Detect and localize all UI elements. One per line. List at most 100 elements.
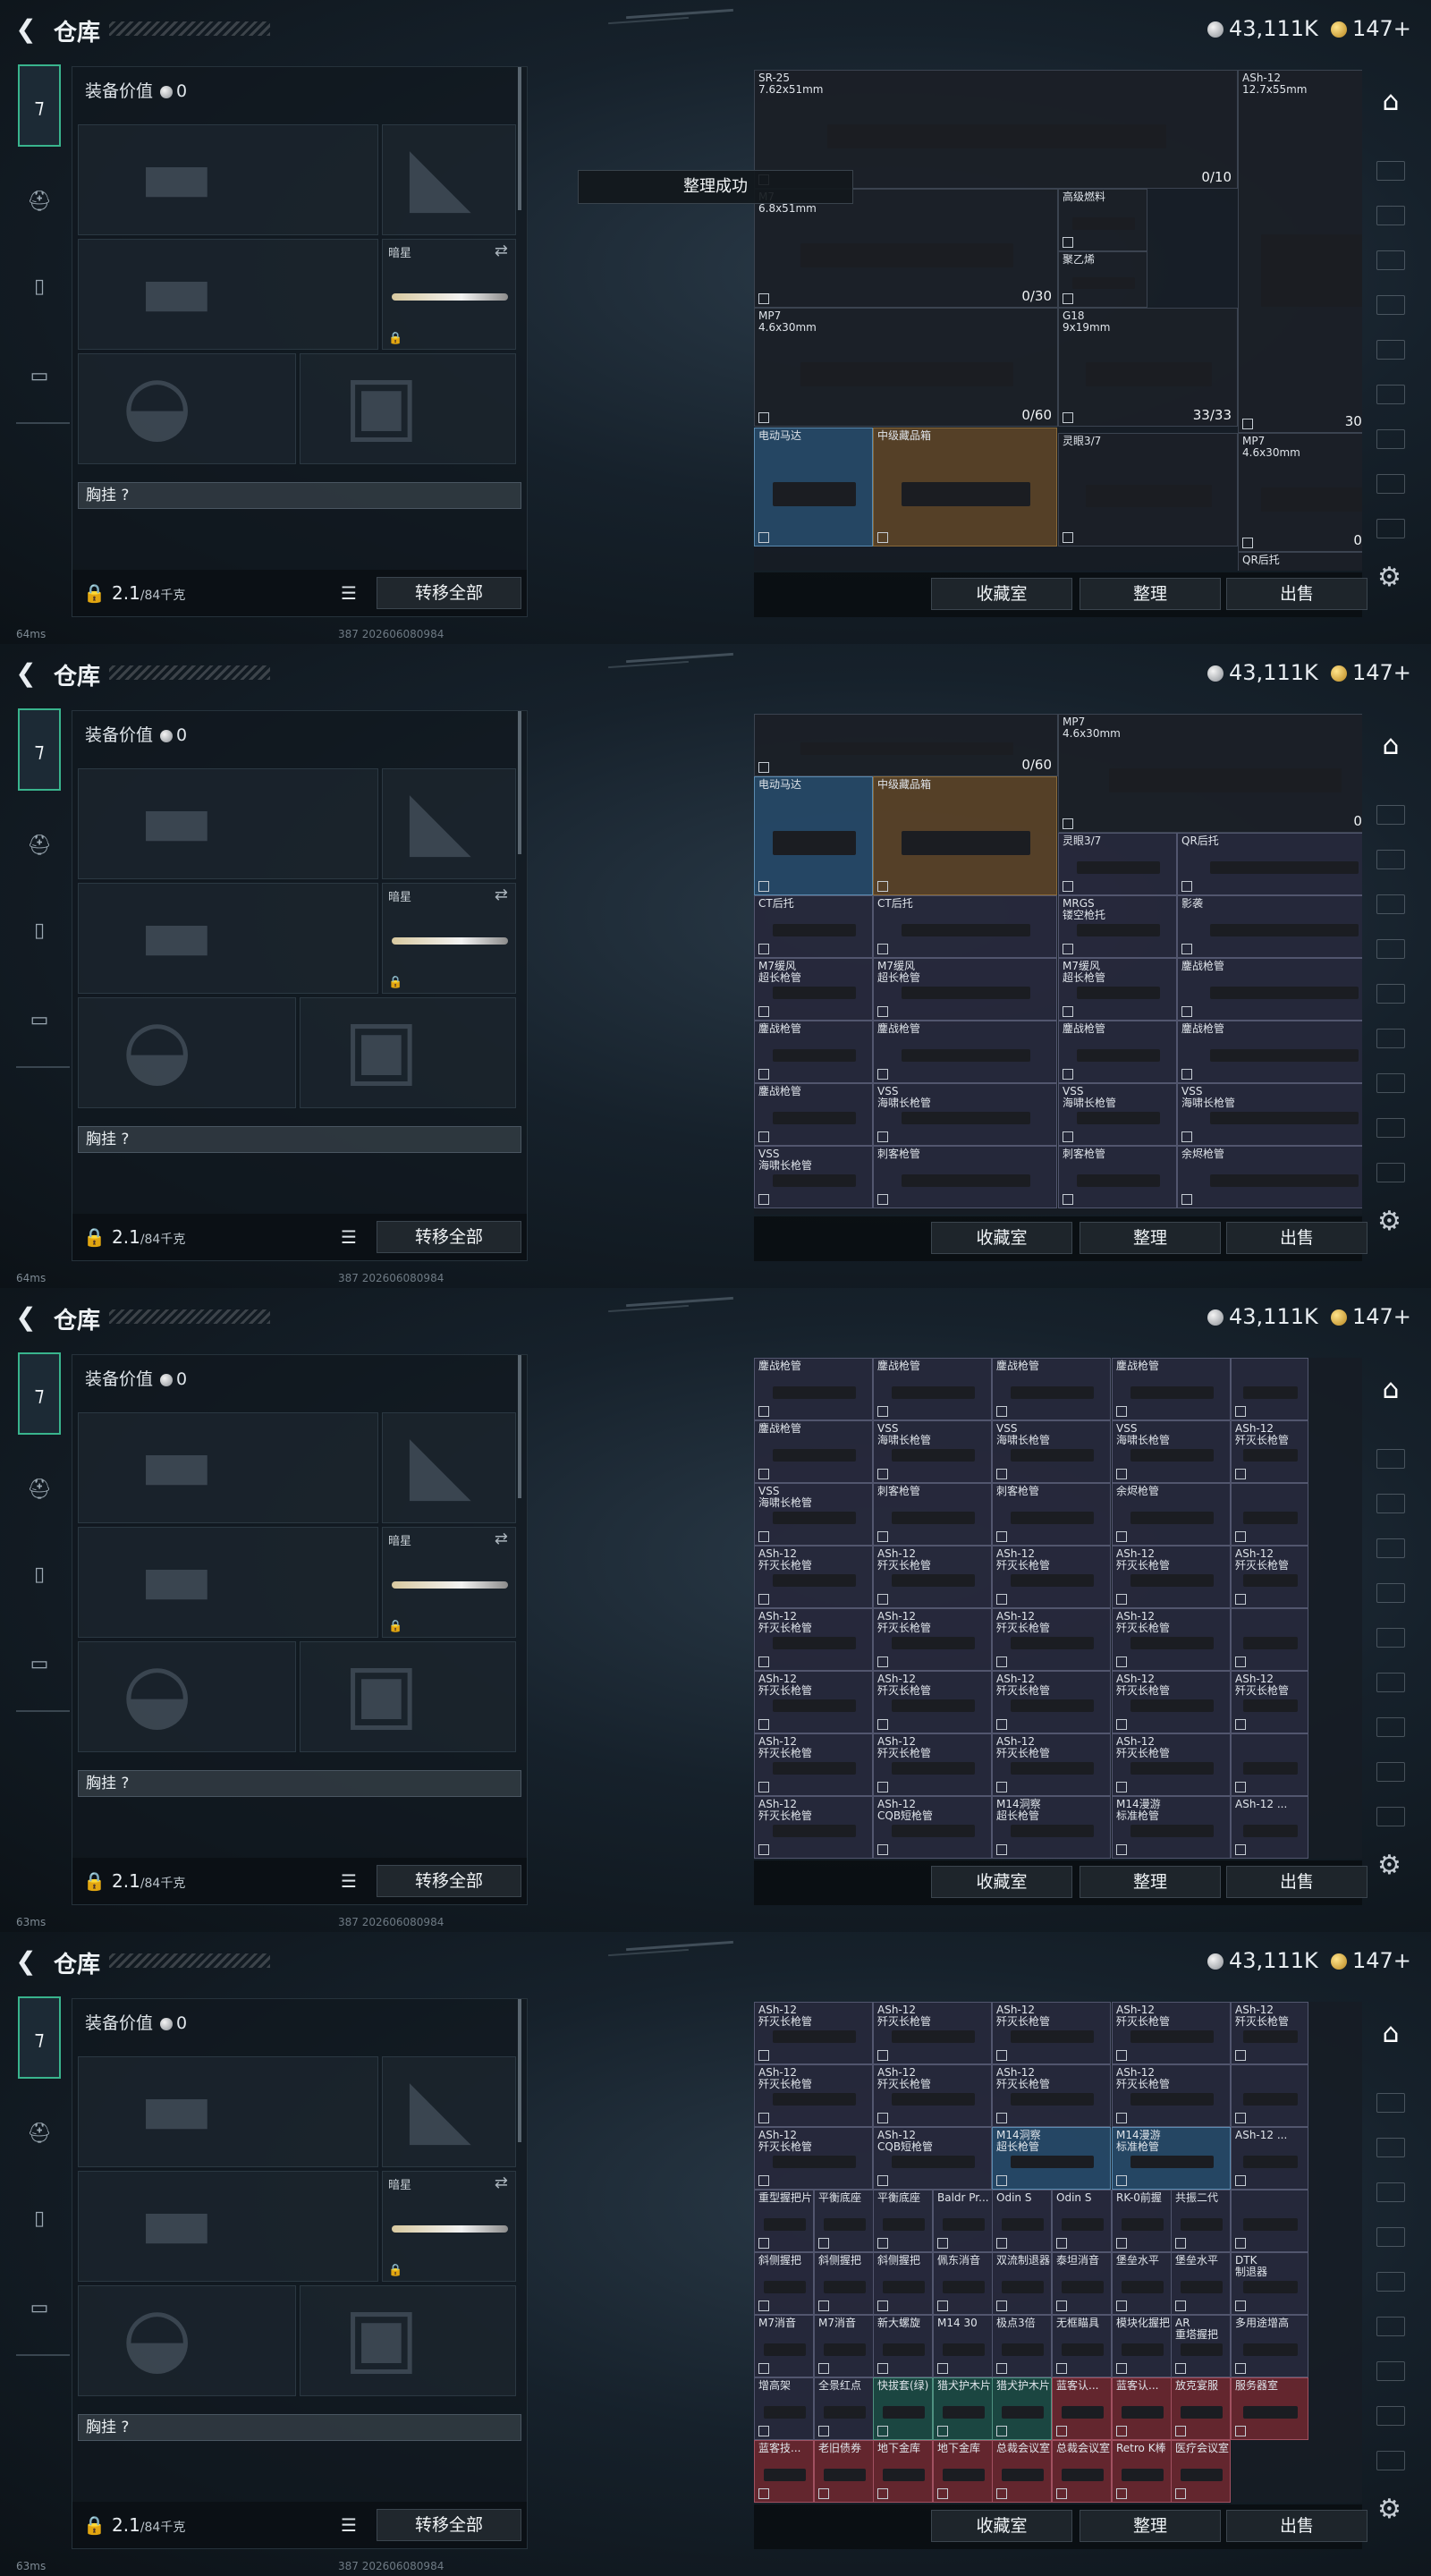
item-select-box[interactable] — [1116, 1657, 1127, 1667]
primary-weapon-slot[interactable]: ▬ — [78, 1412, 378, 1523]
item-select-box[interactable] — [758, 1594, 769, 1605]
rail-thumbnail[interactable] — [1376, 850, 1405, 869]
grid-item[interactable]: VSS 海啸长枪管 — [1112, 1420, 1231, 1483]
item-select-box[interactable] — [1063, 1006, 1073, 1017]
item-select-box[interactable] — [1116, 2363, 1127, 2374]
rail-thumbnail[interactable] — [1376, 340, 1405, 360]
item-select-box[interactable] — [1063, 1194, 1073, 1205]
gold-balance[interactable]: 147+ — [1331, 16, 1411, 41]
grid-item[interactable]: 新大螺旋 — [873, 2315, 933, 2377]
panel-scrollbar[interactable] — [518, 67, 521, 210]
item-select-box[interactable] — [758, 944, 769, 954]
grid-item[interactable]: ASh-12 歼灭长枪管 — [1112, 2064, 1231, 2127]
item-select-box[interactable] — [877, 1594, 888, 1605]
grid-item[interactable]: 电动马达 — [754, 428, 873, 547]
grid-item[interactable]: M14 30 — [933, 2315, 993, 2377]
weapon-tab-icon[interactable]: ⁊ — [18, 708, 61, 791]
item-select-box[interactable] — [1063, 944, 1073, 954]
rail-thumbnail[interactable] — [1376, 1118, 1405, 1138]
rail-thumbnail[interactable] — [1376, 1762, 1405, 1782]
rail-thumbnail[interactable] — [1376, 984, 1405, 1004]
grid-item[interactable]: 斜侧握把 — [814, 2252, 874, 2315]
grid-item[interactable]: ASh-12 歼灭长枪管 — [992, 2002, 1111, 2064]
grid-item[interactable]: 总裁会议室 — [992, 2440, 1052, 2503]
grid-item[interactable]: 高级燃料 — [1058, 189, 1147, 251]
sort-button[interactable]: 整理 — [1080, 1222, 1221, 1254]
item-select-box[interactable] — [996, 1531, 1007, 1542]
helmet-tab-icon[interactable]: ⛑ — [18, 1469, 61, 1512]
item-select-box[interactable] — [1063, 818, 1073, 829]
grid-item[interactable]: ASh-12 歼灭长枪管 — [873, 2002, 992, 2064]
rail-thumbnail[interactable] — [1376, 1449, 1405, 1469]
grid-item[interactable]: 鏖战枪管 — [1177, 958, 1362, 1021]
grid-item[interactable]: MP7 4.6x30mm 0/20 — [1238, 433, 1362, 552]
grid-item[interactable]: ASh-12 歼灭长枪管 — [1112, 1671, 1231, 1733]
item-select-box[interactable] — [1116, 2113, 1127, 2123]
gear-icon[interactable]: ⚙ — [1377, 2494, 1401, 2525]
pistol-slot[interactable]: ◣ — [382, 768, 516, 879]
grid-item[interactable]: MP7 4.6x30mm 0/60 — [754, 308, 1058, 427]
sell-button[interactable]: 出售 — [1226, 2510, 1367, 2542]
rail-thumbnail[interactable] — [1376, 939, 1405, 959]
grid-item[interactable]: ASh-12 歼灭长枪管 — [873, 1608, 992, 1671]
silver-balance[interactable]: 43,111K — [1207, 16, 1318, 41]
collection-room-button[interactable]: 收藏室 — [931, 1866, 1072, 1898]
grid-item[interactable]: 鏖战枪管 — [1112, 1358, 1231, 1420]
item-select-box[interactable] — [1181, 1069, 1192, 1080]
swap-icon[interactable]: ⇄ — [495, 2174, 508, 2192]
item-select-box[interactable] — [877, 944, 888, 954]
item-select-box[interactable] — [877, 2175, 888, 2186]
grid-item[interactable]: 0/60 — [754, 714, 1058, 776]
helmet-slot[interactable]: ◒ — [78, 997, 296, 1108]
grid-item[interactable]: MP7 4.6x30mm 0/20 — [1058, 714, 1362, 833]
item-select-box[interactable] — [758, 1844, 769, 1855]
helmet-slot[interactable]: ◒ — [78, 353, 296, 464]
grid-item[interactable]: ASh-12 歼灭长枪管 — [1112, 2002, 1231, 2064]
item-select-box[interactable] — [1175, 2363, 1186, 2374]
rail-thumbnail[interactable] — [1376, 1807, 1405, 1826]
silver-balance[interactable]: 43,111K — [1207, 1304, 1318, 1329]
weapon-tab-icon[interactable]: ⁊ — [18, 64, 61, 147]
grid-item[interactable]: ASh-12 歼灭长枪管 — [754, 1796, 873, 1859]
item-select-box[interactable] — [1242, 538, 1253, 548]
grid-item[interactable]: 刺客枪管 — [873, 1146, 1057, 1208]
item-select-box[interactable] — [937, 2488, 948, 2499]
grid-item[interactable]: ASh-12 歼灭长枪管 — [1231, 1671, 1308, 1733]
grid-item[interactable]: M7缓风 超长枪管 — [754, 958, 873, 1021]
item-select-box[interactable] — [877, 881, 888, 892]
grid-item[interactable]: ASh-12 歼灭长枪管 — [873, 1546, 992, 1608]
grid-item[interactable]: ASh-12 歼灭长枪管 — [754, 1733, 873, 1796]
item-select-box[interactable] — [1063, 293, 1073, 304]
grid-item[interactable]: 鏖战枪管 — [992, 1358, 1111, 1420]
grid-item[interactable]: ASh-12 歼灭长枪管 — [992, 1608, 1111, 1671]
helmet-tab-icon[interactable]: ⛑ — [18, 181, 61, 224]
grid-item[interactable]: ASh-12 歼灭长枪管 — [754, 1608, 873, 1671]
item-select-box[interactable] — [1175, 2301, 1186, 2311]
pistol-slot[interactable]: ◣ — [382, 124, 516, 235]
grid-item[interactable]: 鏖战枪管 — [873, 1021, 1057, 1083]
weapon-tab-icon[interactable]: ⁊ — [18, 1352, 61, 1435]
grid-item[interactable]: 泰坦消音 — [1052, 2252, 1112, 2315]
item-select-box[interactable] — [1181, 944, 1192, 954]
item-select-box[interactable] — [1063, 532, 1073, 543]
rail-thumbnail[interactable] — [1376, 2317, 1405, 2336]
swap-icon[interactable]: ⇄ — [495, 1530, 508, 1548]
item-select-box[interactable] — [758, 1782, 769, 1792]
rail-thumbnail[interactable] — [1376, 295, 1405, 315]
sort-button[interactable]: 整理 — [1080, 2510, 1221, 2542]
rail-thumbnail[interactable] — [1376, 161, 1405, 181]
list-icon[interactable]: ☰ — [341, 2514, 357, 2536]
chest-rig-slot[interactable]: 胸挂 ? — [78, 1770, 521, 1797]
item-select-box[interactable] — [758, 532, 769, 543]
grid-item[interactable]: 聚乙烯 — [1058, 251, 1147, 308]
grid-item[interactable]: 斜侧握把 — [873, 2252, 933, 2315]
collection-room-button[interactable]: 收藏室 — [931, 578, 1072, 610]
item-select-box[interactable] — [1056, 2238, 1067, 2249]
helmet-tab-icon[interactable]: ⛑ — [18, 2113, 61, 2156]
weapon-tab-icon[interactable]: ⁊ — [18, 1996, 61, 2079]
grid-item[interactable]: ASh-12 CQB短枪管 — [873, 1796, 992, 1859]
grid-item[interactable]: 灵眼3/7 — [1058, 833, 1177, 895]
rail-thumbnail[interactable] — [1376, 2451, 1405, 2470]
item-select-box[interactable] — [758, 1657, 769, 1667]
item-select-box[interactable] — [818, 2426, 829, 2436]
